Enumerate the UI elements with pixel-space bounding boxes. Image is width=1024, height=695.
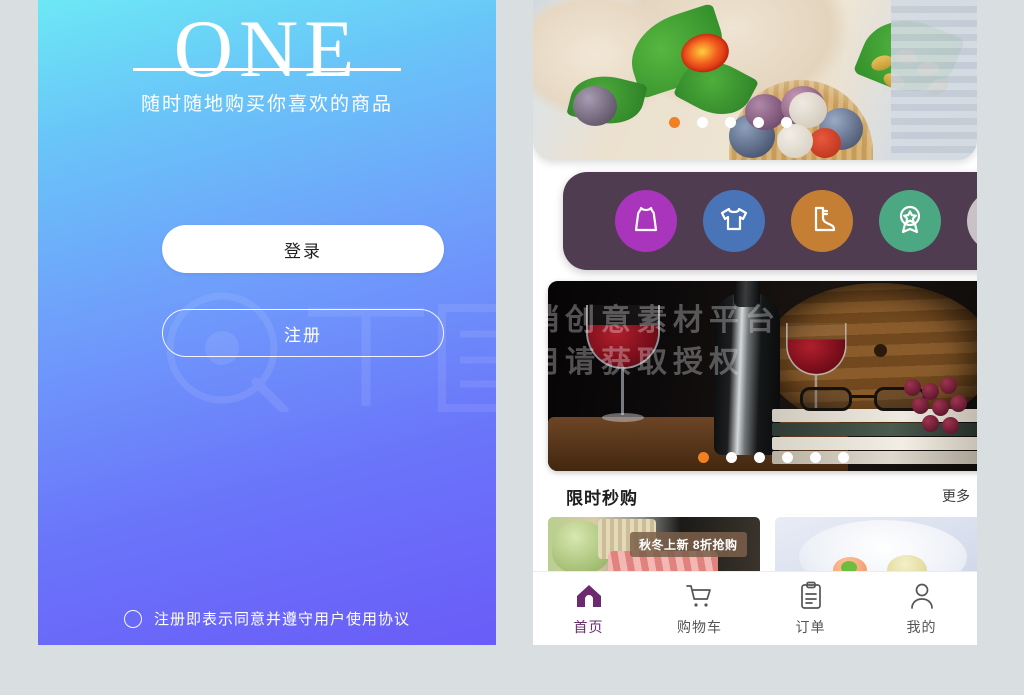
category-shoes[interactable]	[791, 190, 853, 252]
home-screen: 营销创意素材平台 商用请获取授权 限时秒购 更多 秋冬上新 8折抢购 首页	[533, 0, 977, 645]
carousel-dot[interactable]	[754, 452, 765, 463]
tab-mine[interactable]: 我的	[866, 581, 977, 637]
carousel-dot[interactable]	[810, 452, 821, 463]
product-card[interactable]	[775, 517, 977, 579]
carousel-dot[interactable]	[838, 452, 849, 463]
brand-block: ONE 随时随地购买你喜欢的商品	[38, 8, 496, 116]
tab-label: 购物车	[677, 618, 722, 635]
logo-underline	[133, 68, 401, 71]
flash-sale-more-link[interactable]: 更多	[942, 486, 970, 506]
flash-sale-title: 限时秒购	[566, 488, 638, 508]
tab-cart[interactable]: 购物车	[644, 581, 755, 637]
category-tshirt[interactable]	[703, 190, 765, 252]
tab-order[interactable]: 订单	[755, 581, 866, 637]
category-more[interactable]	[967, 190, 977, 252]
agreement-checkbox[interactable]	[123, 609, 142, 628]
carousel-dot[interactable]	[725, 117, 736, 128]
wine-photo	[548, 281, 977, 471]
agreement-text[interactable]: 注册即表示同意并遵守用户使用协议	[154, 608, 410, 629]
tab-home[interactable]: 首页	[533, 581, 644, 637]
register-button[interactable]: 注册	[162, 309, 444, 357]
tab-label: 首页	[573, 618, 604, 635]
carousel-dot[interactable]	[782, 452, 793, 463]
category-brand[interactable]	[879, 190, 941, 252]
product-card[interactable]: 秋冬上新 8折抢购	[548, 517, 760, 579]
category-dress[interactable]	[615, 190, 677, 252]
order-icon	[796, 581, 826, 611]
carousel-dot[interactable]	[698, 452, 709, 463]
agreement-row: 注册即表示同意并遵守用户使用协议	[38, 608, 496, 629]
app-logo-text: ONE	[173, 3, 361, 94]
promo-badge: 秋冬上新 8折抢购	[630, 532, 747, 557]
carousel-dot[interactable]	[726, 452, 737, 463]
home-icon	[574, 581, 604, 611]
carousel-dot[interactable]	[753, 117, 764, 128]
promo-carousel-dots[interactable]	[698, 452, 849, 463]
cart-icon	[685, 581, 715, 611]
promo-banner[interactable]	[548, 281, 977, 471]
login-screen: ONE 随时随地购买你喜欢的商品 登录 注册 注册即表示同意并遵守用户使用协议	[38, 0, 496, 645]
user-icon	[907, 581, 937, 611]
flash-sale-header: 限时秒购 更多	[548, 479, 977, 513]
screenshot-stage: ONE 随时随地购买你喜欢的商品 登录 注册 注册即表示同意并遵守用户使用协议	[0, 0, 1024, 695]
dress-icon	[630, 203, 662, 240]
medal-icon	[894, 203, 926, 240]
top-carousel-dots[interactable]	[669, 117, 792, 128]
tshirt-icon	[718, 203, 750, 240]
carousel-dot[interactable]	[669, 117, 680, 128]
flash-sale-list: 秋冬上新 8折抢购	[548, 517, 977, 579]
food-photo	[533, 0, 977, 160]
tab-label: 我的	[906, 618, 937, 635]
boot-icon	[806, 203, 838, 240]
top-carousel-banner[interactable]	[533, 0, 977, 160]
carousel-dot[interactable]	[697, 117, 708, 128]
carousel-dot[interactable]	[781, 117, 792, 128]
app-tagline: 随时随地购买你喜欢的商品	[140, 94, 393, 115]
category-bar	[563, 172, 977, 270]
tab-label: 订单	[795, 618, 826, 635]
login-button[interactable]: 登录	[162, 225, 444, 273]
bottom-tab-bar: 首页 购物车 订单 我的	[533, 571, 977, 645]
